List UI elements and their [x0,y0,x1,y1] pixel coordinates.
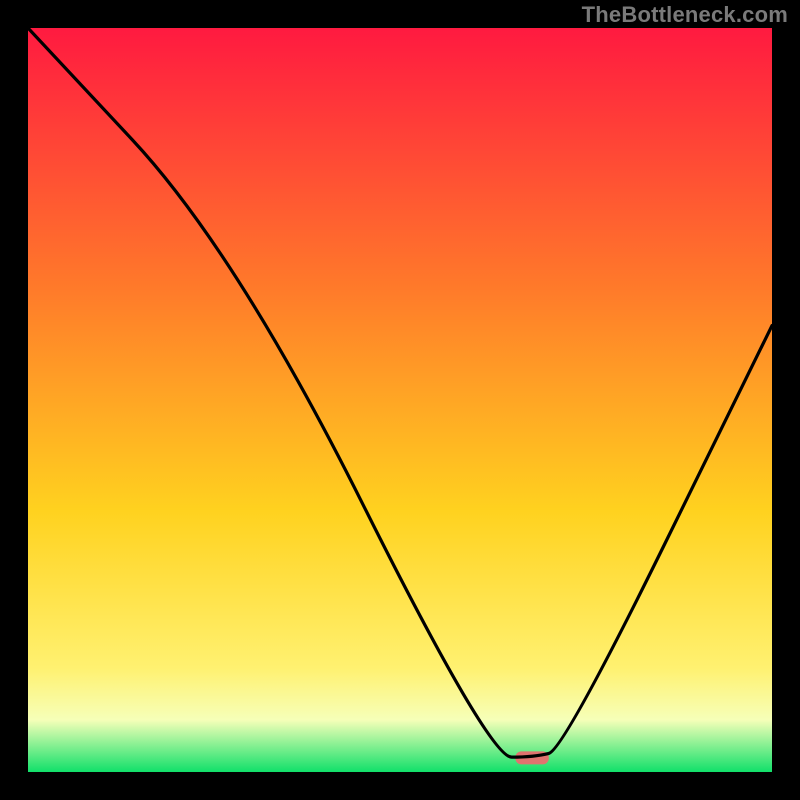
gradient-background [28,28,772,772]
chart-svg [28,28,772,772]
watermark-text: TheBottleneck.com [582,2,788,28]
plot-area [28,28,772,772]
chart-frame: TheBottleneck.com [0,0,800,800]
